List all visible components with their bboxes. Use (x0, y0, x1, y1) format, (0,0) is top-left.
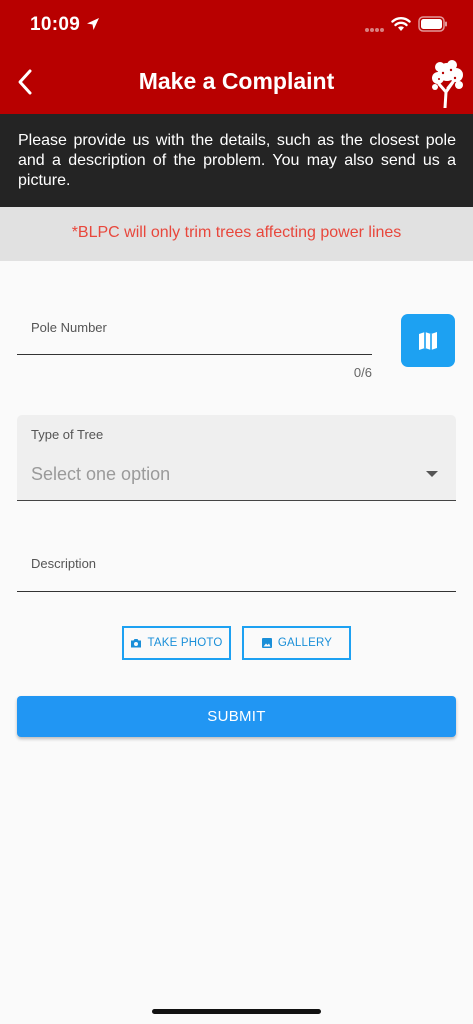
battery-icon (418, 16, 447, 32)
location-arrow-icon (87, 18, 99, 30)
description-input[interactable] (17, 591, 456, 592)
submit-button[interactable]: SUBMIT (17, 696, 456, 737)
take-photo-label: TAKE PHOTO (147, 637, 223, 649)
pole-number-label: Pole Number (31, 320, 107, 335)
wifi-icon (391, 17, 411, 31)
map-button[interactable] (401, 314, 455, 367)
instructions-text: Please provide us with the details, such… (18, 132, 456, 189)
tree-type-value: Select one option (31, 464, 171, 484)
gallery-button[interactable]: GALLERY (242, 626, 351, 660)
pole-number-counter: 0/6 (353, 365, 372, 380)
description-label: Description (31, 556, 97, 571)
tree-type-label: Type of Tree (31, 427, 104, 442)
pole-number-input[interactable] (17, 354, 372, 355)
tree-logo-icon (432, 60, 463, 108)
gallery-image-icon (261, 638, 272, 648)
cellular-signal-icon (365, 28, 384, 32)
camera-icon (131, 639, 142, 648)
dropdown-caret-icon (426, 471, 438, 477)
gallery-label: GALLERY (277, 637, 333, 649)
page-title: Make a Complaint (138, 68, 335, 94)
map-icon (419, 331, 437, 350)
take-photo-button[interactable]: TAKE PHOTO (122, 626, 231, 660)
tree-type-select[interactable]: Type of Tree Select one option (17, 415, 456, 501)
status-time: 10:09 (30, 14, 81, 35)
home-indicator[interactable] (152, 1009, 321, 1014)
notice-text: *BLPC will only trim trees affecting pow… (71, 224, 402, 241)
